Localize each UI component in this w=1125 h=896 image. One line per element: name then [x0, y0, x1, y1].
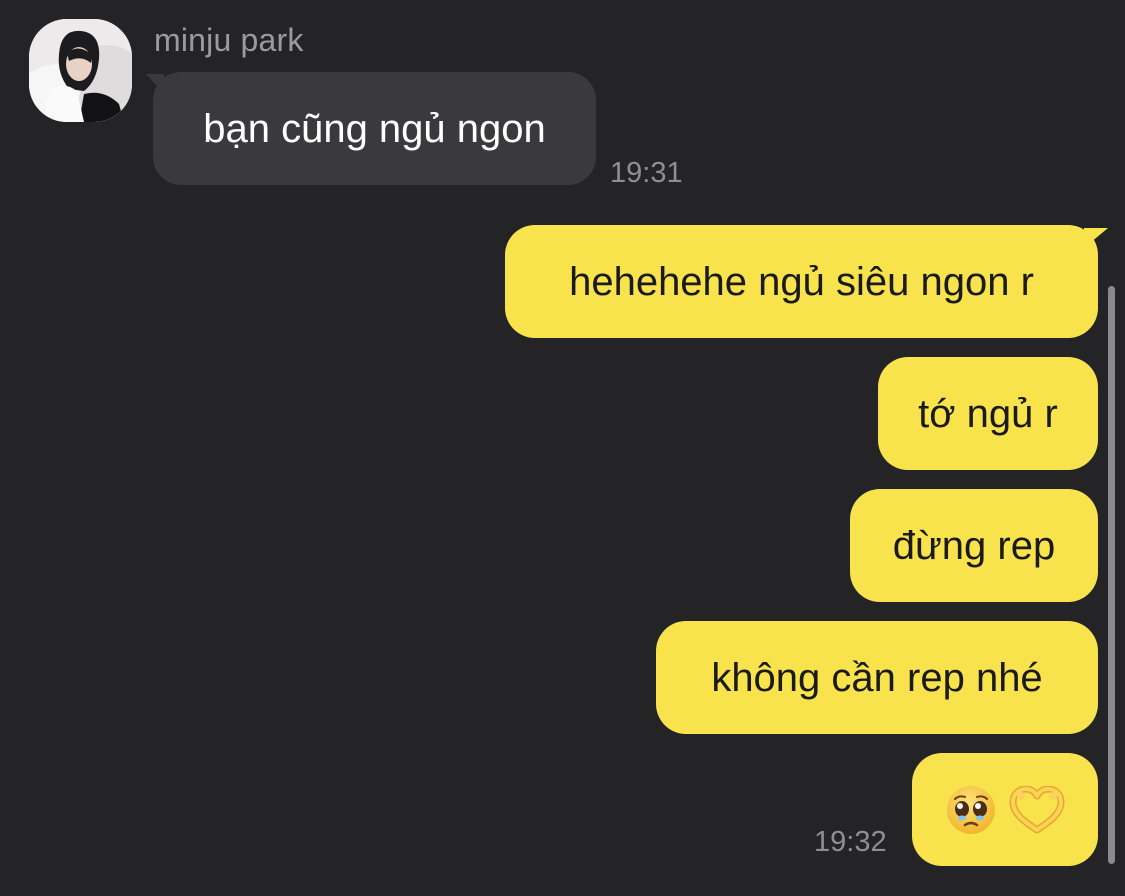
scrollbar[interactable]: [1108, 286, 1115, 864]
outgoing-timestamp: 19:32: [814, 826, 887, 858]
incoming-message-bubble[interactable]: bạn cũng ngủ ngon: [153, 72, 596, 185]
avatar-photo: [29, 19, 132, 122]
message-text: tớ ngủ r: [918, 391, 1058, 436]
incoming-timestamp: 19:31: [610, 157, 683, 189]
sender-name: minju park: [154, 22, 304, 58]
message-text: đừng rep: [892, 523, 1056, 568]
outgoing-message-bubble[interactable]: đừng rep: [850, 489, 1098, 602]
outgoing-emoji-bubble[interactable]: [912, 753, 1098, 866]
message-text: không cần rep nhé: [711, 655, 1043, 700]
heart-hands-icon: [1009, 785, 1065, 833]
outgoing-message-bubble[interactable]: không cần rep nhé: [656, 621, 1098, 734]
message-text: hehehehe ngủ siêu ngon r: [569, 259, 1034, 304]
outgoing-message-bubble[interactable]: hehehehe ngủ siêu ngon r: [505, 225, 1098, 338]
outgoing-message-bubble[interactable]: tớ ngủ r: [878, 357, 1098, 470]
pleading-face-icon: [947, 785, 995, 834]
message-text: bạn cũng ngủ ngon: [203, 106, 546, 151]
sender-avatar[interactable]: [29, 19, 132, 122]
